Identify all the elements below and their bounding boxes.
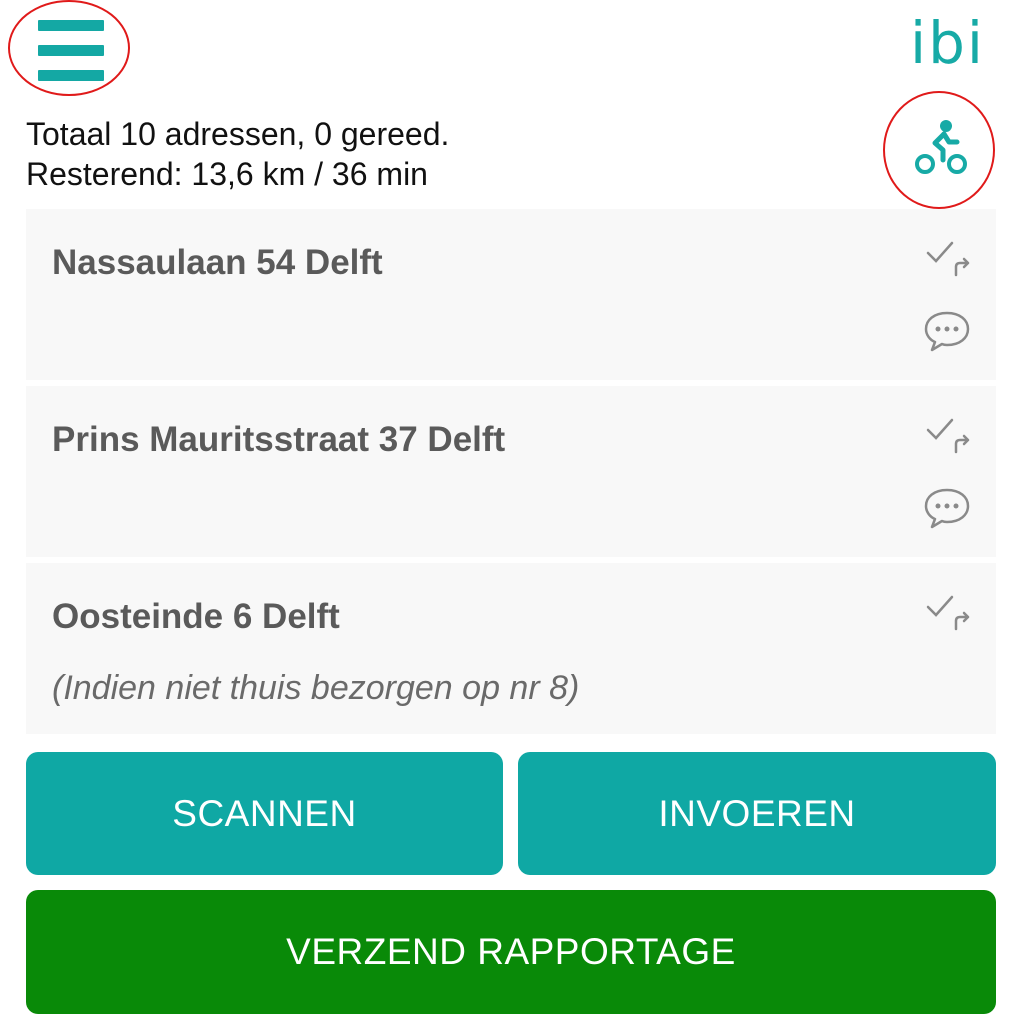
- menu-button[interactable]: [8, 0, 130, 96]
- address-text: Oosteinde 6 Delft: [52, 597, 340, 636]
- enter-button[interactable]: INVOEREN: [518, 752, 996, 875]
- app-screen: ibi Totaal 10 adressen, 0 gereed. Rester…: [0, 0, 1019, 1024]
- address-list: Nassaulaan 54 Delft Prins Mauritsstraat …: [26, 209, 996, 740]
- summary-remaining: Resterend: 13,6 km / 36 min: [26, 156, 428, 192]
- check-route-icon[interactable]: [924, 239, 972, 279]
- chat-bubble-icon[interactable]: [922, 486, 972, 530]
- route-summary: Totaal 10 adressen, 0 gereed. Resterend:…: [26, 114, 449, 194]
- address-text: Prins Mauritsstraat 37 Delft: [52, 420, 506, 459]
- list-item[interactable]: Oosteinde 6 Delft (Indien niet thuis bez…: [26, 563, 996, 734]
- address-note: (Indien niet thuis bezorgen op nr 8): [52, 669, 580, 707]
- send-report-button[interactable]: VERZEND RAPPORTAGE: [26, 890, 996, 1014]
- list-item[interactable]: Prins Mauritsstraat 37 Delft: [26, 386, 996, 557]
- transport-mode-button[interactable]: [883, 91, 995, 209]
- chat-bubble-icon[interactable]: [922, 309, 972, 353]
- address-text: Nassaulaan 54 Delft: [52, 243, 383, 282]
- check-route-icon[interactable]: [924, 416, 972, 456]
- bicycle-icon: [915, 120, 967, 174]
- check-route-icon[interactable]: [924, 593, 972, 633]
- summary-total: Totaal 10 adressen, 0 gereed.: [26, 116, 450, 152]
- list-item[interactable]: Nassaulaan 54 Delft: [26, 209, 996, 380]
- scan-button[interactable]: SCANNEN: [26, 752, 503, 875]
- app-logo: ibi: [909, 9, 985, 77]
